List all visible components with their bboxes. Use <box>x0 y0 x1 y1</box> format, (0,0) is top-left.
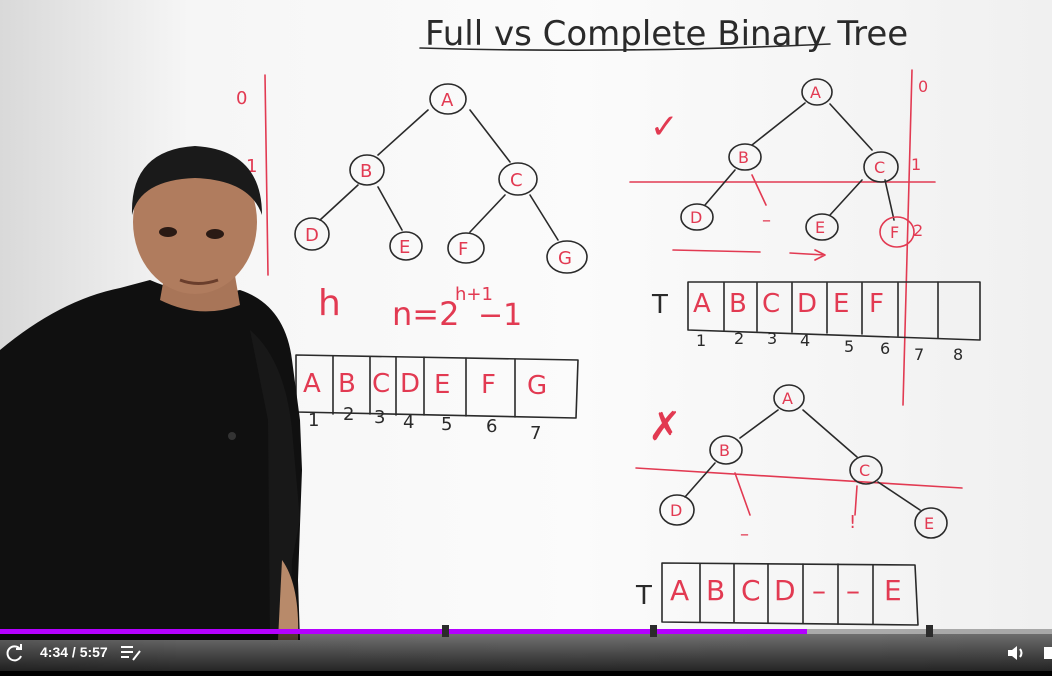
array2-cell: B <box>729 289 747 319</box>
array2-index: 2 <box>734 329 744 348</box>
tree2-node-d: D <box>690 208 702 227</box>
tree2-node-a: A <box>810 83 821 102</box>
tree2-level-0: 0 <box>918 77 928 96</box>
formula-lhs: n=2 <box>392 295 459 333</box>
array1-index: 2 <box>343 404 354 425</box>
tree3-node-a: A <box>782 389 793 408</box>
array1-cell: A <box>303 369 321 399</box>
array1: A B C D E F G 1 2 3 4 5 6 7 <box>295 354 579 444</box>
array1-cell: B <box>338 369 356 399</box>
tree1-level-0: 0 <box>236 88 247 109</box>
array2-cell: F <box>869 289 884 319</box>
tree1-node-f: F <box>458 239 468 260</box>
array3-cell: – <box>812 574 826 607</box>
array3-cell: E <box>884 574 902 607</box>
tree2-node-f: F <box>890 223 899 242</box>
tree2-level-1: 1 <box>911 155 921 174</box>
chapter-marker <box>650 625 658 637</box>
array1-index: 5 <box>441 414 452 435</box>
tree3-node-e: E <box>924 514 934 533</box>
array1-cell: G <box>527 371 547 401</box>
array2-cell: D <box>797 289 817 319</box>
tree2: A B C D E F <box>680 78 915 248</box>
settings-icon[interactable] <box>1042 634 1052 676</box>
array3: A B C D – – E <box>661 562 919 626</box>
volume-icon[interactable] <box>1006 634 1028 676</box>
height-label: h <box>318 283 341 324</box>
array2-cell: E <box>833 289 849 319</box>
array1-cell: E <box>434 370 450 400</box>
tree3-node-b: B <box>719 441 730 460</box>
cross-mark: ✗ <box>648 404 682 450</box>
array1-cell: C <box>372 369 390 399</box>
chapters-icon[interactable] <box>120 634 144 676</box>
video-frame: Full vs Complete Binary Tree 0 1 A B C D… <box>0 14 981 640</box>
tree1-node-d: D <box>305 225 319 246</box>
array1-index: 3 <box>374 407 385 428</box>
chapter-marker <box>441 625 449 637</box>
array2: A B C D E F 1 2 3 4 5 6 7 8 <box>687 281 981 364</box>
time-display: 4:34 / 5:57 <box>40 644 108 660</box>
array2-cell: A <box>693 289 711 319</box>
tree1: A B C D E F G <box>294 83 588 274</box>
array2-label: T <box>651 290 668 320</box>
tree1-node-c: C <box>510 170 523 191</box>
array1-cell: F <box>481 370 496 400</box>
array1-index: 4 <box>403 412 414 433</box>
tree2-node-c: C <box>874 158 885 177</box>
tree3-node-d: D <box>670 501 682 520</box>
array3-cell: A <box>670 574 689 607</box>
array2-index: 5 <box>844 337 854 356</box>
board-title: Full vs Complete Binary Tree <box>425 14 908 54</box>
progress-bar[interactable] <box>0 629 1052 634</box>
array1-index: 7 <box>530 423 541 444</box>
presenter <box>0 146 302 640</box>
array1-index: 1 <box>308 410 319 431</box>
tree3-empty-dash: ! <box>849 512 856 533</box>
chapter-marker <box>925 625 933 637</box>
array1-index: 6 <box>486 416 497 437</box>
array2-index: 6 <box>880 339 890 358</box>
tree1-node-g: G <box>558 248 572 269</box>
tree2-node-e: E <box>815 218 825 237</box>
array3-cell: B <box>706 574 725 607</box>
check-mark: ✓ <box>650 107 679 147</box>
array2-index: 3 <box>767 329 777 348</box>
tree2-empty-dash: – <box>762 210 771 231</box>
array1-cell: D <box>400 369 420 399</box>
tree3-node-c: C <box>859 461 870 480</box>
array3-cell: – <box>846 574 860 607</box>
array3-cell: D <box>774 574 796 607</box>
array2-index: 1 <box>696 331 706 350</box>
tree1-node-a: A <box>441 90 454 111</box>
tree1-node-e: E <box>399 237 410 258</box>
tree3: A B C D E <box>659 384 948 539</box>
array2-index: 8 <box>953 345 963 364</box>
array3-label: T <box>635 581 652 611</box>
progress-played <box>0 629 807 634</box>
array2-index: 4 <box>800 331 810 350</box>
array2-index: 7 <box>914 345 924 364</box>
tree1-node-b: B <box>360 161 372 182</box>
tree2-node-b: B <box>738 148 749 167</box>
tree3-empty-dash: – <box>740 524 749 545</box>
formula-rhs: −1 <box>478 298 522 333</box>
player-controls: 4:34 / 5:57 <box>0 634 1052 671</box>
array2-cell: C <box>762 289 780 319</box>
replay-icon[interactable] <box>5 634 25 676</box>
array3-cell: C <box>741 574 761 607</box>
